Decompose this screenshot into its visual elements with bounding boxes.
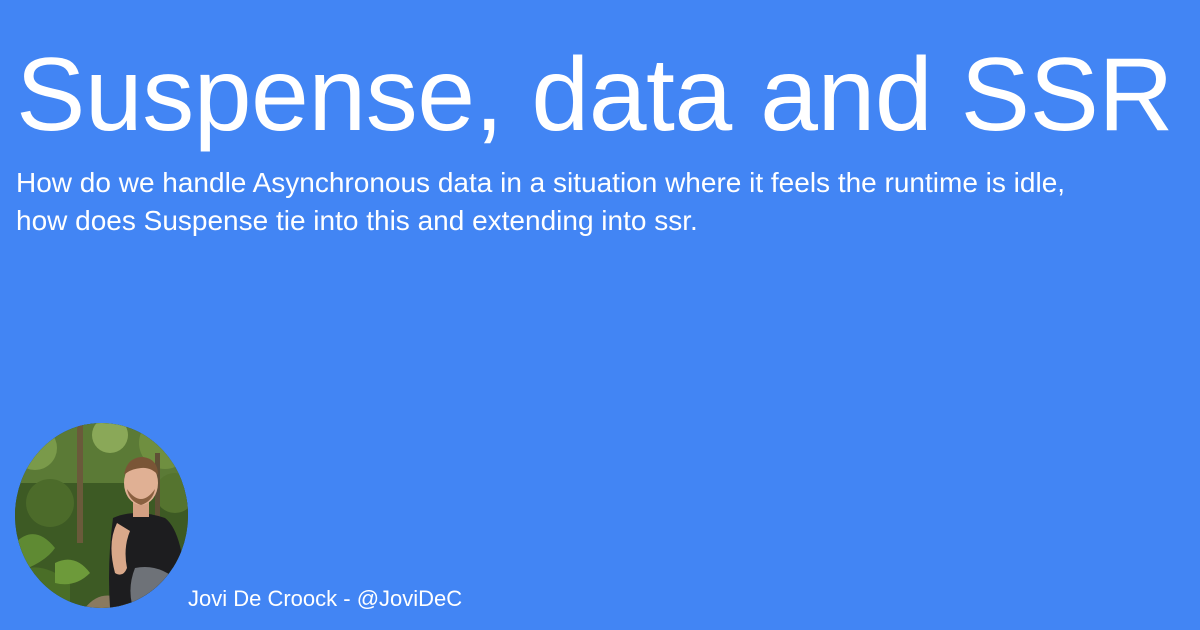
author-photo [15, 423, 188, 608]
avatar [15, 423, 188, 608]
social-card: Suspense, data and SSR How do we handle … [0, 0, 1200, 630]
author-byline: Jovi De Croock - @JoviDeC [188, 586, 463, 611]
page-description: How do we handle Asynchronous data in a … [16, 167, 1066, 236]
page-title: Suspense, data and SSR [16, 37, 1173, 153]
